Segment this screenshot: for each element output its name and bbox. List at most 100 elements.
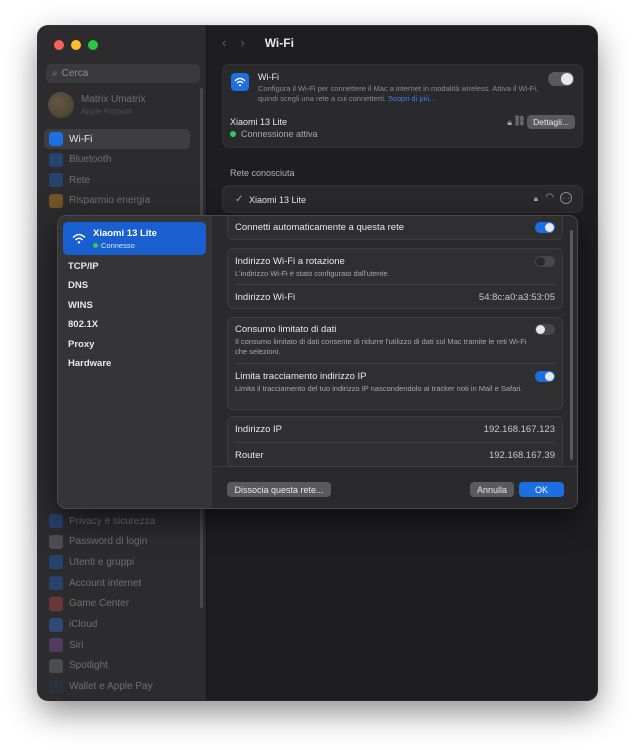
battery-icon bbox=[49, 193, 63, 208]
search-placeholder: Cerca bbox=[61, 68, 89, 79]
back-icon[interactable]: ‹ bbox=[222, 35, 226, 50]
dialog-network-status-text: Connesso bbox=[101, 241, 135, 250]
sidebar-item[interactable]: iCloud bbox=[44, 615, 190, 635]
sidebar-item[interactable]: Wi-Fi bbox=[44, 129, 190, 149]
low-data-label: Consumo limitato di dati bbox=[235, 324, 337, 335]
link-icon: ⛓︎ bbox=[513, 116, 526, 127]
wifi-icon bbox=[72, 233, 86, 244]
dialog-scrollbar[interactable] bbox=[570, 230, 573, 460]
dialog-network-status: Connesso bbox=[93, 241, 135, 250]
status-dot-icon bbox=[93, 243, 98, 248]
search-input[interactable]: ⌕ Cerca bbox=[46, 64, 200, 83]
dialog-content: Connetti automaticamente a questa rete I… bbox=[213, 216, 577, 508]
dialog-network-item[interactable]: Xiaomi 13 Lite Connesso bbox=[63, 222, 206, 255]
sidebar-item-label: Game Center bbox=[69, 598, 130, 610]
lock-icon: 🔒︎ bbox=[507, 117, 512, 127]
nav-hardware[interactable]: Hardware bbox=[68, 358, 111, 369]
known-networks-heading: Rete conosciuta bbox=[230, 168, 295, 178]
wifi-signal-icon: ◠ bbox=[545, 192, 554, 203]
connection-status: Connessione attiva bbox=[230, 129, 318, 139]
sidebar-item[interactable]: Utenti e gruppi bbox=[44, 552, 190, 572]
sidebar-item[interactable]: Rete bbox=[44, 170, 190, 190]
sidebar-item-label: Spotlight bbox=[69, 660, 108, 672]
wifi-address-value: 54:8c:a0:a3:53:05 bbox=[478, 292, 555, 303]
known-network-name: Xiaomi 13 Lite bbox=[249, 195, 307, 205]
minimize-button[interactable] bbox=[71, 40, 81, 50]
sidebar-item[interactable]: Siri bbox=[44, 635, 190, 655]
nav-wins[interactable]: WINS bbox=[68, 300, 93, 311]
sidebar-item[interactable]: Game Center bbox=[44, 594, 190, 614]
sidebar-item[interactable]: Risparmio energia bbox=[44, 191, 190, 211]
user-name: Matrix Umatrix bbox=[81, 94, 146, 105]
wifi-card: Wi-Fi Configura il Wi-Fi per connettere … bbox=[222, 64, 583, 148]
nav-8021x[interactable]: 802.1X bbox=[68, 319, 98, 330]
known-network-row[interactable]: ✓ Xiaomi 13 Lite 🔒︎ ◠ ··· bbox=[222, 185, 583, 213]
router-value: 192.168.167.39 bbox=[488, 450, 555, 461]
sidebar-item-label: Utenti e gruppi bbox=[69, 556, 135, 568]
wifi-address-box: Indirizzo Wi-Fi a rotazione L'indirizzo … bbox=[227, 248, 563, 309]
low-data-desc: Il consumo limitato di dati consente di … bbox=[235, 337, 527, 356]
users-icon bbox=[49, 555, 63, 570]
current-network-name: Xiaomi 13 Lite bbox=[230, 117, 288, 127]
page-title: Wi-Fi bbox=[264, 35, 294, 50]
wifi-description: Configura il Wi-Fi per connettere il Mac… bbox=[258, 84, 548, 104]
limit-tracking-desc: Limita il tracciamento del tuo indirizzo… bbox=[235, 384, 523, 393]
nav-tcpip[interactable]: TCP/IP bbox=[68, 261, 99, 272]
sidebar-item-label: Risparmio energia bbox=[69, 195, 151, 206]
gamecenter-icon bbox=[49, 596, 63, 611]
cloud-icon bbox=[49, 617, 63, 632]
cancel-button[interactable]: Annulla bbox=[470, 482, 514, 497]
sidebar-item-label: Privacy e sicurezza bbox=[69, 515, 156, 527]
rotating-address-desc: L'indirizzo Wi-Fi è stato configurato da… bbox=[235, 269, 390, 278]
auto-connect-toggle[interactable] bbox=[535, 222, 555, 233]
dialog-sidebar: Xiaomi 13 Lite Connesso TCP/IP DNS WINS … bbox=[58, 216, 212, 508]
user-account[interactable]: Matrix Umatrix Apple Account bbox=[48, 92, 145, 118]
sidebar-item[interactable]: Password di login bbox=[44, 532, 190, 552]
wifi-toggle[interactable] bbox=[548, 72, 574, 86]
sidebar-item[interactable]: Privacy e sicurezza bbox=[44, 511, 190, 531]
ok-button[interactable]: OK bbox=[519, 482, 564, 497]
forget-network-button[interactable]: Dissocia questa rete... bbox=[227, 482, 331, 497]
limit-tracking-label: Limita tracciamento indirizzo IP bbox=[235, 371, 367, 382]
sidebar-item[interactable]: Wallet e Apple Pay bbox=[44, 677, 190, 697]
wallet-icon bbox=[49, 679, 63, 694]
sidebar-item-label: Password di login bbox=[69, 536, 148, 548]
network-details-dialog: Xiaomi 13 Lite Connesso TCP/IP DNS WINS … bbox=[57, 215, 578, 509]
toggle-knob bbox=[561, 73, 573, 85]
avatar bbox=[48, 92, 74, 118]
ip-value: 192.168.167.123 bbox=[483, 424, 555, 435]
sidebar-item[interactable]: Bluetooth bbox=[44, 150, 190, 170]
nav-proxy[interactable]: Proxy bbox=[68, 339, 94, 350]
hand-icon bbox=[49, 514, 63, 528]
wifi-icon bbox=[231, 73, 249, 91]
forward-icon[interactable]: › bbox=[240, 35, 244, 50]
spotlight-icon bbox=[49, 658, 63, 673]
close-button[interactable] bbox=[54, 40, 64, 50]
at-icon bbox=[49, 576, 63, 591]
details-button[interactable]: Dettagli... bbox=[527, 115, 575, 129]
limit-tracking-toggle[interactable] bbox=[535, 371, 555, 382]
dialog-footer: Dissocia questa rete... Annulla OK bbox=[213, 466, 577, 508]
status-dot-icon bbox=[230, 131, 236, 137]
sidebar-item[interactable]: Spotlight bbox=[44, 656, 190, 676]
data-privacy-box: Consumo limitato di dati Il consumo limi… bbox=[227, 317, 563, 410]
traffic-lights bbox=[54, 40, 98, 50]
wifi-title: Wi-Fi bbox=[258, 72, 279, 82]
sidebar-item[interactable]: Account internet bbox=[44, 573, 190, 593]
checkmark-icon: ✓ bbox=[235, 194, 244, 205]
rotating-address-toggle[interactable] bbox=[535, 256, 555, 267]
auto-connect-label: Connetti automaticamente a questa rete bbox=[235, 222, 404, 233]
search-icon: ⌕ bbox=[52, 68, 58, 79]
zoom-button[interactable] bbox=[88, 40, 98, 50]
learn-more-link[interactable]: Scopri di più... bbox=[388, 94, 436, 103]
lock-icon bbox=[49, 534, 63, 549]
sidebar-item-label: Wi-Fi bbox=[69, 133, 93, 145]
sidebar-item-label: Siri bbox=[69, 639, 84, 651]
sidebar-item-label: Account internet bbox=[69, 577, 142, 589]
more-options-icon[interactable]: ··· bbox=[560, 192, 572, 204]
sidebar-item-label: Bluetooth bbox=[69, 154, 112, 165]
lock-icon: 🔒︎ bbox=[533, 194, 538, 203]
user-subtitle: Apple Account bbox=[81, 107, 133, 116]
low-data-toggle[interactable] bbox=[535, 324, 555, 335]
nav-dns[interactable]: DNS bbox=[68, 280, 88, 291]
